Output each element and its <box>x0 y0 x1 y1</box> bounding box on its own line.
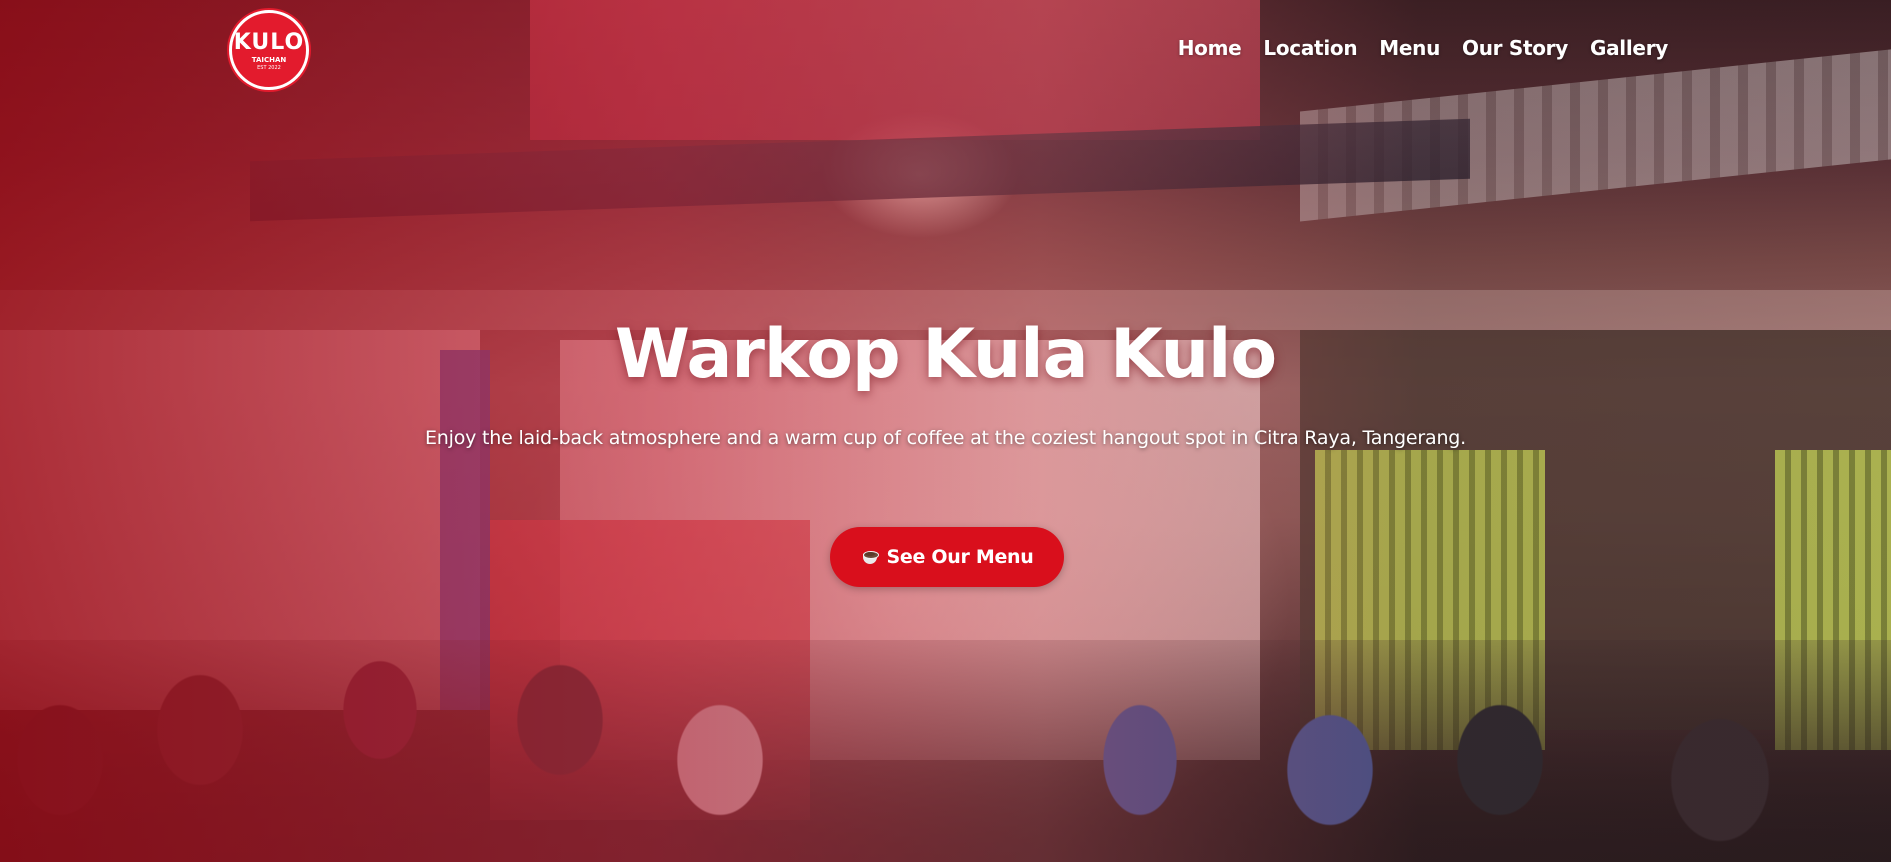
hero-content: Warkop Kula Kulo Enjoy the laid-back atm… <box>0 310 1891 587</box>
brand-logo[interactable]: KULO TAICHAN EST 2022 <box>229 10 309 90</box>
main-nav: Home Location Menu Our Story Gallery <box>1156 36 1669 60</box>
hero-section: KULO TAICHAN EST 2022 Home Location Menu… <box>0 0 1891 862</box>
see-our-menu-label: See Our Menu <box>886 546 1034 568</box>
nav-gallery-link[interactable]: Gallery <box>1590 36 1668 60</box>
logo-small-text: EST 2022 <box>257 65 281 71</box>
logo-main-text: KULO <box>233 30 305 55</box>
nav-our-story-link[interactable]: Our Story <box>1462 36 1568 60</box>
site-header: KULO TAICHAN EST 2022 Home Location Menu… <box>0 0 1891 100</box>
hero-title: Warkop Kula Kulo <box>614 315 1277 394</box>
coffee-cup-icon <box>861 548 879 566</box>
hero-subtitle: Enjoy the laid-back atmosphere and a war… <box>425 427 1466 449</box>
logo-sub-text: TAICHAN <box>251 56 287 64</box>
see-our-menu-button[interactable]: See Our Menu <box>830 527 1064 587</box>
nav-location-link[interactable]: Location <box>1263 36 1357 60</box>
nav-menu-link[interactable]: Menu <box>1379 36 1440 60</box>
nav-home-link[interactable]: Home <box>1178 36 1242 60</box>
